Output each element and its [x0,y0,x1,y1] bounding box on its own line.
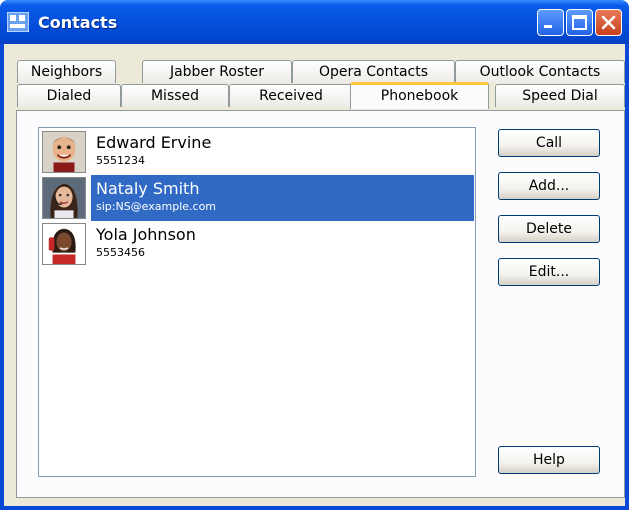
tab-phonebook[interactable]: Phonebook [350,82,489,109]
tab-outlook-contacts[interactable]: Outlook Contacts [455,60,625,83]
contact-row-edward-ervine[interactable]: Edward Ervine 5551234 [40,129,474,175]
contact-name: Nataly Smith [96,179,200,198]
help-button[interactable]: Help [498,446,600,474]
woman-headset-avatar [42,177,86,219]
maximize-icon [572,15,587,30]
contact-detail: 5551234 [96,154,145,167]
delete-button[interactable]: Delete [498,215,600,243]
close-button[interactable] [595,9,622,36]
woman-phone-avatar [42,223,86,265]
call-button[interactable]: Call [498,129,600,157]
tab-speed-dial[interactable]: Speed Dial [495,84,625,107]
title-bar[interactable]: Contacts [0,0,629,44]
minimize-icon [544,25,552,28]
tab-opera-contacts[interactable]: Opera Contacts [292,60,455,83]
contacts-list[interactable]: Edward Ervine 5551234 Nataly Smith sip:N… [38,127,476,477]
tab-missed[interactable]: Missed [121,84,229,107]
tab-neighbors[interactable]: Neighbors [17,60,116,83]
window-title: Contacts [38,13,118,32]
contacts-window: Contacts Neighbors Jabber Roster Opera C… [0,0,629,510]
minimize-button[interactable] [537,9,564,36]
cartoon-man-avatar [42,131,86,173]
edit-button[interactable]: Edit... [498,258,600,286]
tab-jabber-roster[interactable]: Jabber Roster [142,60,292,83]
contact-detail: 5553456 [96,246,145,259]
contact-name: Yola Johnson [96,225,196,244]
contact-row-yola-johnson[interactable]: Yola Johnson 5553456 [40,221,474,267]
close-icon [601,15,616,30]
contact-name: Edward Ervine [96,133,212,152]
tab-received[interactable]: Received [229,84,353,107]
tab-dialed[interactable]: Dialed [17,84,121,107]
add-button[interactable]: Add... [498,172,600,200]
contact-row-nataly-smith[interactable]: Nataly Smith sip:NS@example.com [40,175,474,221]
contact-detail: sip:NS@example.com [96,200,217,213]
app-icon [7,12,29,32]
maximize-button[interactable] [566,9,593,36]
